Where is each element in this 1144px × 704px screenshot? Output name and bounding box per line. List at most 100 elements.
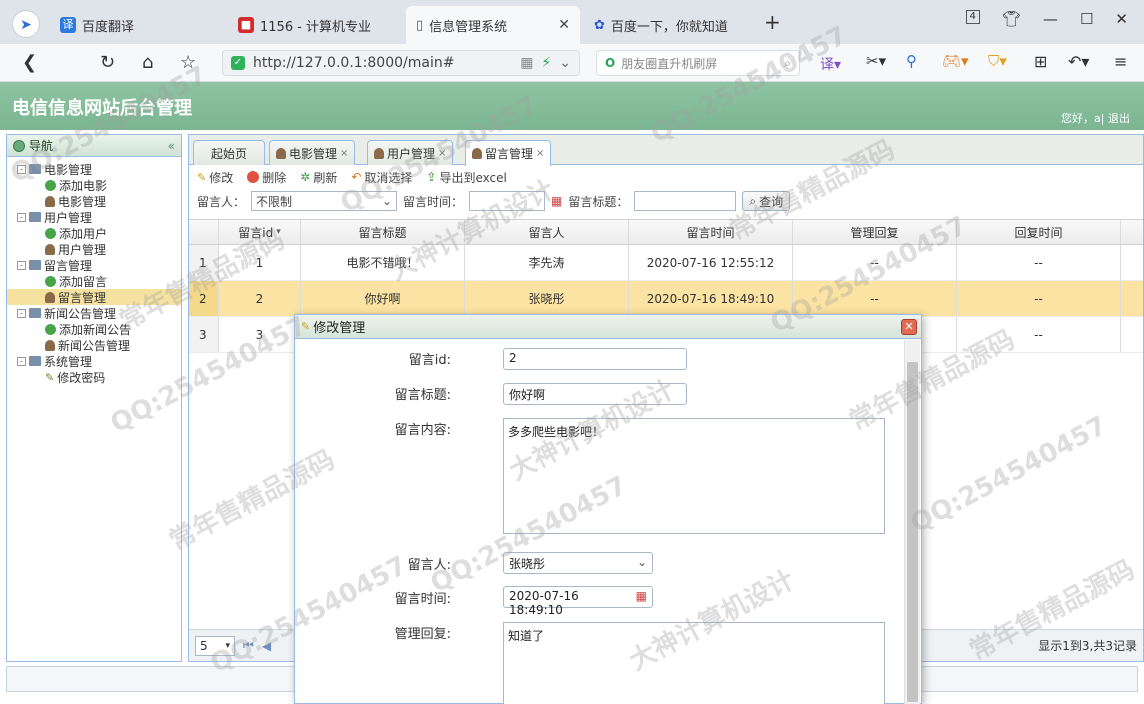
export-excel-button[interactable]: ⇪ 导出到excel (426, 169, 506, 186)
expand-icon[interactable]: - (17, 212, 26, 222)
magnifier-icon[interactable]: ⚲ (906, 52, 917, 70)
tree-item-news-manage[interactable]: 新闻公告管理 (7, 337, 181, 353)
tree-item-change-password[interactable]: ✎ 修改密码 (7, 369, 181, 385)
col-header-time[interactable]: 留言时间 (629, 220, 793, 244)
folder-icon (29, 164, 41, 174)
close-icon[interactable]: × (536, 148, 544, 159)
shield-ext-icon[interactable]: ⛉▾ (988, 52, 1007, 70)
url-text[interactable]: http://127.0.0.1:8000/main# (253, 55, 454, 71)
page-icon: ▯ (416, 17, 424, 33)
menu-icon[interactable]: ≡ (1114, 52, 1127, 71)
search-icon[interactable]: ⌕ (784, 56, 791, 71)
expand-icon[interactable]: - (17, 308, 26, 318)
id-field[interactable]: 2 (503, 348, 687, 370)
search-box[interactable]: O 朋友圈直升机刷屏 ⌕ (596, 50, 800, 76)
home-icon[interactable]: ⌂ (142, 52, 153, 73)
tree-group-user[interactable]: - 用户管理 (7, 209, 181, 225)
browser-tab-translate[interactable]: 译 百度翻译 (50, 6, 220, 44)
tree-item-movie-manage[interactable]: 电影管理 (7, 193, 181, 209)
tree-item-user-manage[interactable]: 用户管理 (7, 241, 181, 257)
browser-tab-course[interactable]: ■ 1156 - 计算机专业 (228, 6, 398, 44)
tree-group-movie[interactable]: - 电影管理 (7, 161, 181, 177)
time-input[interactable] (469, 191, 546, 211)
dialog-scrollbar[interactable] (904, 340, 920, 704)
table-row[interactable]: 1 1 电影不错哦！ 李先涛 2020-07-16 12:55:12 -- -- (189, 245, 1143, 281)
collapse-icon[interactable]: « (168, 139, 175, 153)
col-header-reply[interactable]: 管理回复 (793, 220, 957, 244)
col-header-id[interactable]: 留言id ▾ (219, 220, 301, 244)
person-select[interactable]: 不限制 ⌄ (251, 191, 398, 211)
tab-movie-manage[interactable]: 电影管理 × (269, 140, 356, 165)
cancel-select-button[interactable]: ↶ 取消选择 (351, 169, 412, 186)
expand-icon[interactable]: - (17, 260, 26, 270)
minimize-button[interactable]: — (1043, 10, 1058, 28)
tree-item-add-news[interactable]: 添加新闻公告 (7, 321, 181, 337)
expand-icon[interactable]: - (17, 164, 26, 174)
prev-page-icon[interactable]: ◀ (262, 639, 271, 653)
tab-user-manage[interactable]: 用户管理 × (367, 140, 454, 165)
qr-icon[interactable]: ▦ (520, 55, 533, 71)
tree-label: 添加电影 (59, 178, 108, 193)
browser-tab-baidu[interactable]: ✿ 百度一下，你就知道 (584, 6, 754, 44)
title-input[interactable] (634, 191, 737, 211)
close-icon[interactable]: × (340, 148, 348, 159)
first-page-icon[interactable]: ⏮ (243, 638, 254, 653)
browser-logo-icon[interactable]: ➤ (12, 10, 40, 38)
tab-message-manage[interactable]: 留言管理 × (465, 140, 552, 166)
translate-ext-icon[interactable]: 译▾ (820, 54, 841, 74)
close-icon[interactable]: × (438, 148, 446, 159)
tab-home[interactable]: 起始页 (193, 140, 265, 165)
tree-group-news[interactable]: - 新闻公告管理 (7, 305, 181, 321)
delete-button[interactable]: 删除 (247, 169, 286, 186)
game-icon[interactable]: 🎮︎▾ (942, 52, 969, 70)
scissors-icon[interactable]: ✂▾ (866, 52, 886, 70)
close-window-button[interactable]: ✕ (1115, 10, 1128, 28)
tree-group-system[interactable]: - 系统管理 (7, 353, 181, 369)
col-header-person[interactable]: 留言人 (465, 220, 629, 244)
edit-button[interactable]: ✎ 修改 (197, 169, 233, 186)
nav-header: 导航 « (7, 135, 181, 157)
calendar-icon[interactable]: ▦ (636, 589, 647, 605)
dialog-close-button[interactable]: ✕ (901, 319, 917, 335)
tree-item-add-message[interactable]: 添加留言 (7, 273, 181, 289)
back-icon[interactable]: ❮ (22, 52, 37, 73)
page-size-select[interactable]: 5 ▾ (195, 635, 235, 656)
calendar-icon[interactable]: ▦ (551, 194, 562, 208)
chevron-down-icon[interactable]: ⌄ (559, 55, 571, 71)
person-select[interactable]: 张晓彤 ⌄ (503, 552, 653, 574)
tree-item-add-movie[interactable]: 添加电影 (7, 177, 181, 193)
tree-label: 添加留言 (59, 274, 108, 289)
browser-tab-active[interactable]: ▯ 信息管理系统 ✕ (406, 6, 580, 44)
query-button[interactable]: ⌕ 查询 (742, 191, 791, 211)
tree-group-message[interactable]: - 留言管理 (7, 257, 181, 273)
shirt-icon[interactable]: 👕︎ (1002, 10, 1021, 28)
query-label: 查询 (759, 194, 784, 209)
time-field[interactable]: 2020-07-16 18:49:10 ▦ (503, 586, 653, 617)
tree-item-add-user[interactable]: 添加用户 (7, 225, 181, 241)
scroll-thumb[interactable] (907, 362, 918, 702)
expand-icon[interactable]: - (17, 356, 26, 366)
cell-time: 2020-07-16 12:55:12 (629, 245, 793, 280)
address-bar[interactable]: ✓ http://127.0.0.1:8000/main# ▦ ⚡ ⌄ (222, 50, 580, 76)
table-row[interactable]: 2 2 你好啊 张晓彤 2020-07-16 18:49:10 -- -- (189, 281, 1143, 317)
reload-icon[interactable]: ↻ (100, 52, 115, 73)
page-size-value: 5 (200, 638, 208, 653)
refresh-button[interactable]: ✲ 刷新 (300, 169, 337, 186)
browser-toolbar: ❮ ↻ ⌂ ☆ ✓ http://127.0.0.1:8000/main# ▦ … (0, 44, 1144, 82)
tab-count-badge[interactable]: 4 (965, 10, 980, 24)
star-icon[interactable]: ☆ (180, 52, 196, 73)
maximize-button[interactable]: ☐ (1080, 10, 1093, 28)
apps-grid-icon[interactable]: ⊞ (1034, 52, 1047, 71)
reply-textarea[interactable]: 知道了 (503, 622, 885, 704)
lightning-icon[interactable]: ⚡ (541, 55, 551, 71)
title-field[interactable]: 你好啊 (503, 383, 687, 405)
tree-item-message-manage[interactable]: 留言管理 (7, 289, 181, 305)
new-tab-button[interactable]: + (764, 10, 781, 34)
user-greeting[interactable]: 您好，a| 退出 (1061, 110, 1130, 126)
content-textarea[interactable]: 多多爬些电影吧！ (503, 418, 885, 534)
col-header-reply-time[interactable]: 回复时间 (957, 220, 1121, 244)
baidu-icon: ✿ (594, 17, 605, 33)
undo-icon[interactable]: ↶▾ (1068, 52, 1089, 71)
close-tab-icon[interactable]: ✕ (558, 17, 570, 33)
col-header-title[interactable]: 留言标题 (301, 220, 465, 244)
